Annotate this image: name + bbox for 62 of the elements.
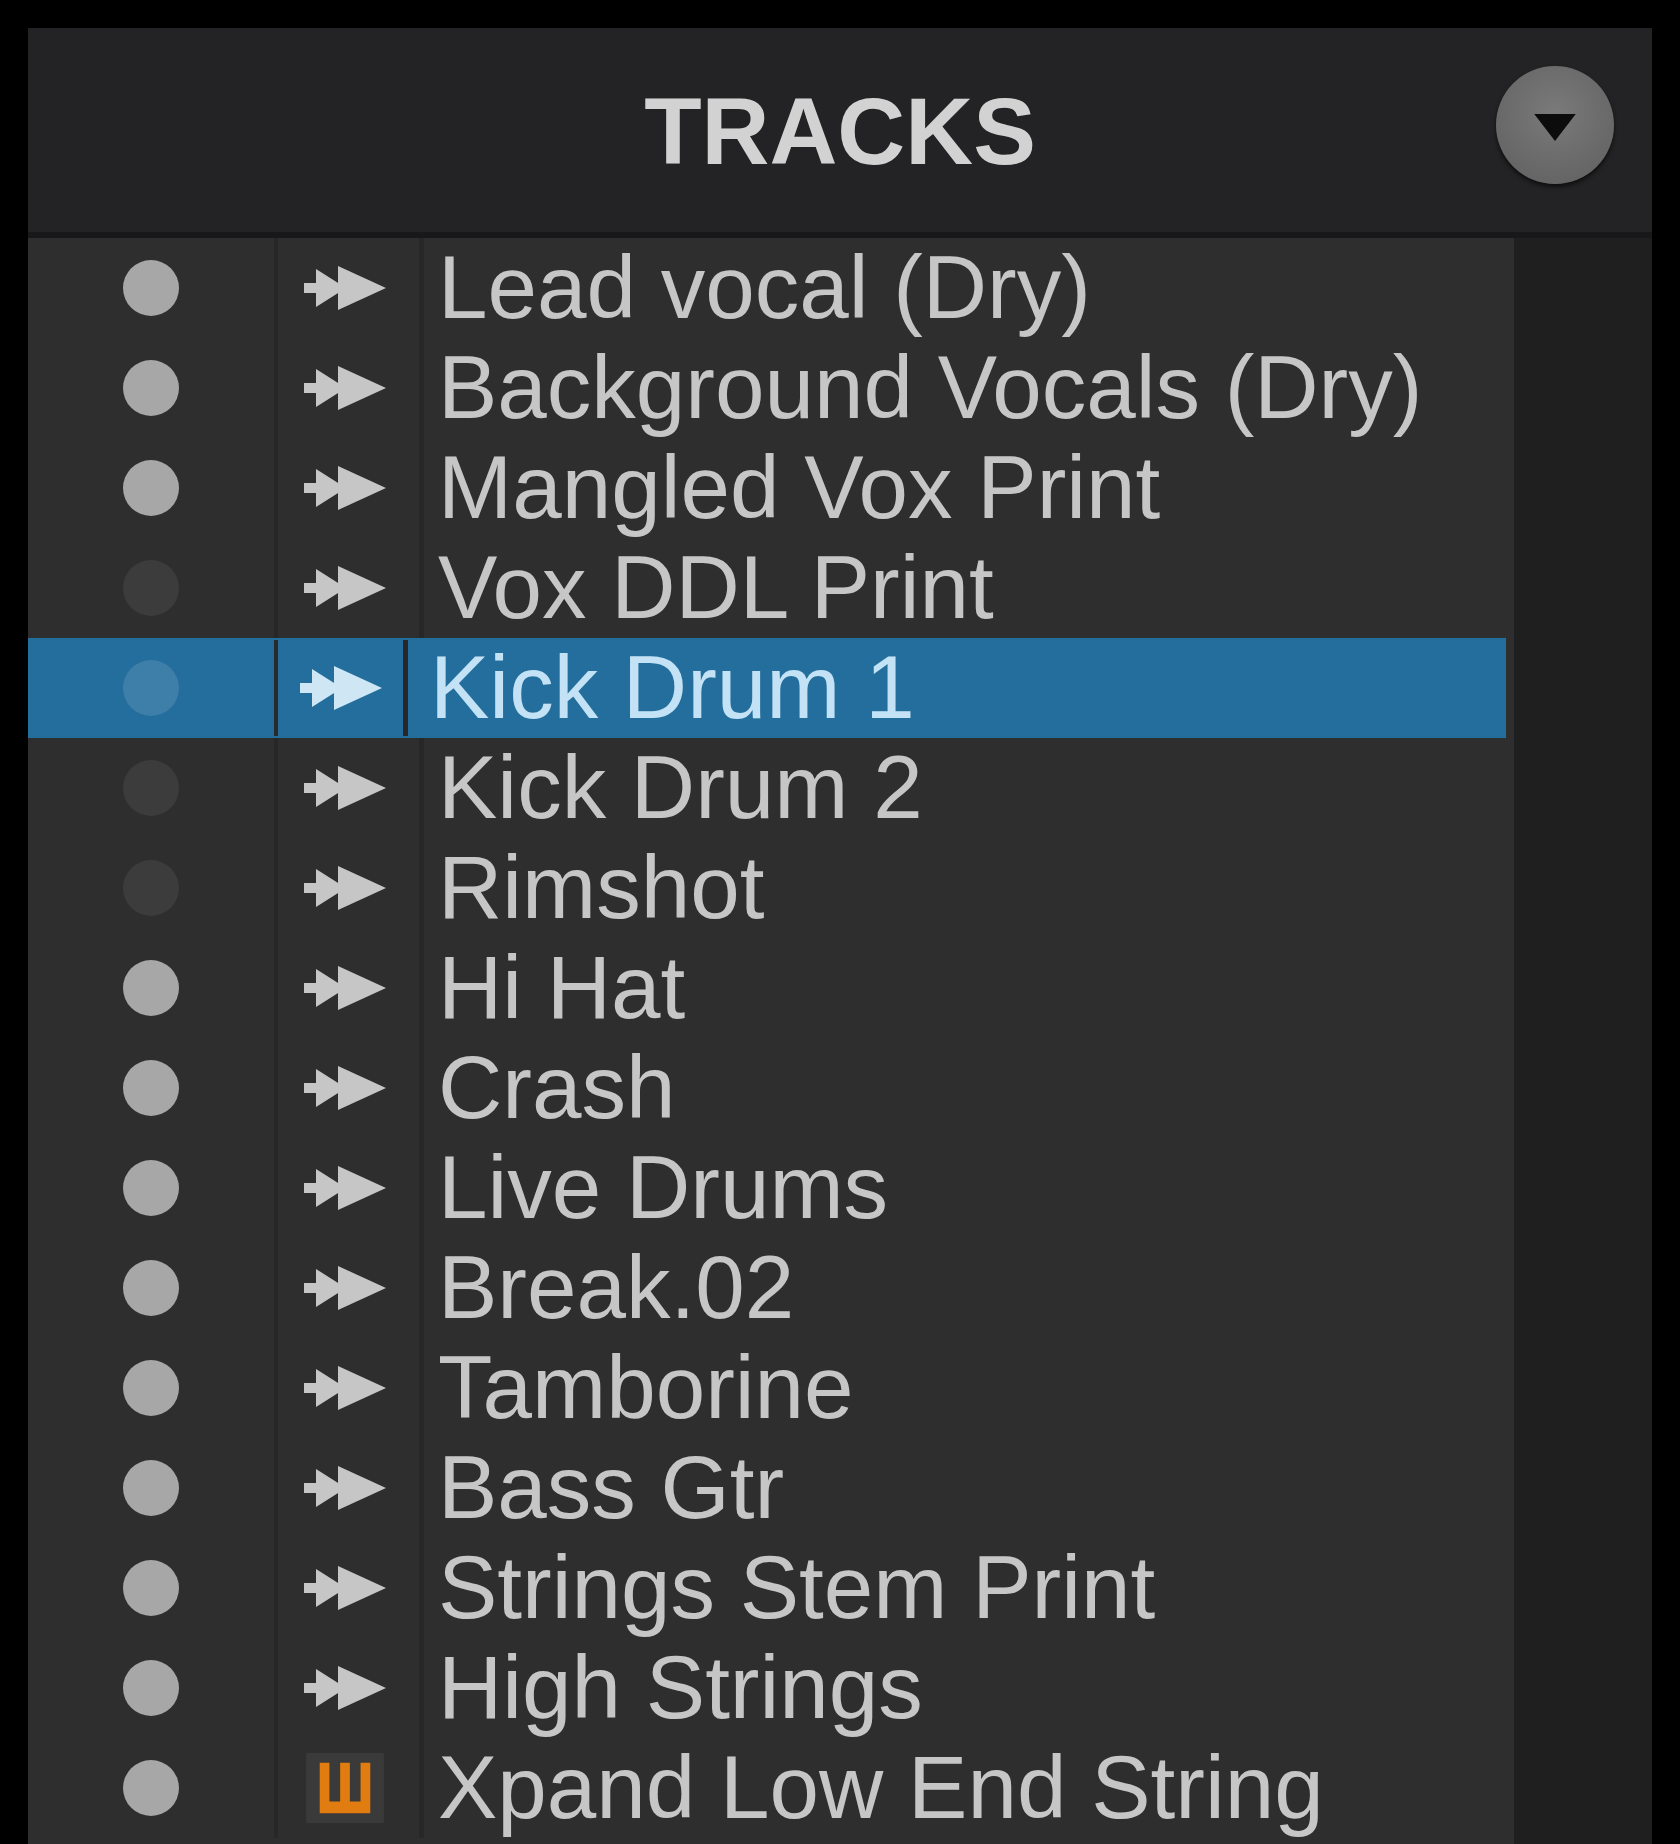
double-arrow-icon [303,866,386,910]
track-row[interactable]: Strings Stem Print [28,1538,1506,1638]
double-arrow-icon [303,1066,386,1110]
status-dot-icon[interactable] [123,460,179,516]
track-row[interactable]: Lead vocal (Dry) [28,238,1506,338]
status-dot-icon[interactable] [123,1660,179,1716]
double-arrow-icon [303,1566,386,1610]
status-dot-icon[interactable] [123,1560,179,1616]
track-name: Kick Drum 2 [438,738,923,838]
double-arrow-icon [303,966,386,1010]
track-name: Hi Hat [438,938,686,1038]
track-row[interactable]: Break.02 [28,1238,1506,1338]
track-name: Crash [438,1038,676,1138]
status-dot-icon[interactable] [123,1260,179,1316]
double-arrow-icon [303,766,386,810]
status-dot-icon[interactable] [123,1060,179,1116]
track-row[interactable]: Kick Drum 1 [28,638,1506,738]
status-dot-icon[interactable] [123,1360,179,1416]
keyboard-icon [305,1753,384,1823]
status-dot-icon[interactable] [123,1760,179,1816]
double-arrow-icon [303,1466,386,1510]
panel-title: TRACKS [644,78,1036,185]
double-arrow-icon [303,1666,386,1710]
double-arrow-icon [303,1166,386,1210]
double-arrow-icon [303,366,386,410]
track-row[interactable]: Background Vocals (Dry) [28,338,1506,438]
status-dot-icon[interactable] [123,1460,179,1516]
status-dot-icon[interactable] [123,960,179,1016]
track-name: Kick Drum 1 [430,638,915,738]
status-dot-icon[interactable] [123,260,179,316]
track-name: Live Drums [438,1138,889,1238]
status-dot-icon[interactable] [123,360,179,416]
track-row[interactable]: Mangled Vox Print [28,438,1506,538]
track-name: Rimshot [438,838,765,938]
track-name: Tamborine [438,1338,854,1438]
track-row[interactable]: Hi Hat [28,938,1506,1038]
status-dot-icon[interactable] [123,1160,179,1216]
track-name: High Strings [438,1638,923,1738]
track-row[interactable]: Bass Gtr [28,1438,1506,1538]
track-row[interactable]: Tamborine [28,1338,1506,1438]
track-row[interactable]: High Strings [28,1638,1506,1738]
track-row[interactable]: Kick Drum 2 [28,738,1506,838]
track-row[interactable]: Xpand Low End String [28,1738,1506,1838]
double-arrow-icon [299,666,382,710]
track-name: Xpand Low End String [438,1738,1324,1838]
track-row[interactable]: Live Drums [28,1138,1506,1238]
track-name: Strings Stem Print [438,1538,1156,1638]
track-name: Mangled Vox Print [438,438,1161,538]
double-arrow-icon [303,266,386,310]
track-name: Bass Gtr [438,1438,785,1538]
caret-down-icon [1534,113,1576,141]
track-name: Break.02 [438,1238,795,1338]
double-arrow-icon [303,466,386,510]
double-arrow-icon [303,1366,386,1410]
double-arrow-icon [303,566,386,610]
track-row[interactable]: Rimshot [28,838,1506,938]
track-name: Background Vocals (Dry) [438,338,1423,438]
track-name: Vox DDL Print [438,538,994,638]
double-arrow-icon [303,1266,386,1310]
track-name: Lead vocal (Dry) [438,238,1091,338]
status-dot-icon[interactable] [123,660,179,716]
track-row[interactable]: Crash [28,1038,1506,1138]
